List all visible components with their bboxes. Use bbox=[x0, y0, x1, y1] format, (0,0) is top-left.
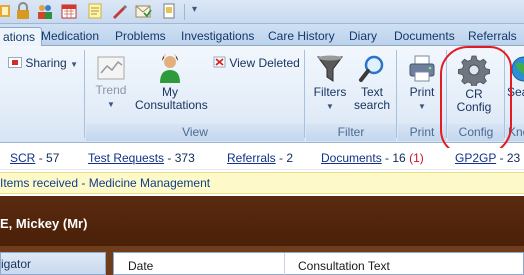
tab-diary[interactable]: Diary bbox=[349, 27, 377, 46]
printer-icon bbox=[409, 55, 435, 82]
lock-icon[interactable] bbox=[14, 2, 32, 20]
summary-gp2gp: GP2GP - 23 bbox=[455, 151, 520, 165]
documents-count: - 16 bbox=[385, 151, 406, 165]
qat-separator bbox=[184, 4, 185, 20]
group-separator bbox=[446, 50, 447, 138]
quick-access-toolbar: ▾ bbox=[0, 0, 524, 24]
column-header-date[interactable]: Date bbox=[128, 259, 153, 273]
print-label: Print bbox=[409, 85, 435, 99]
cr-config-label-line2: Config bbox=[456, 100, 492, 114]
cr-config-button[interactable]: CR Config bbox=[450, 54, 498, 114]
tab-referrals[interactable]: Referrals bbox=[468, 27, 517, 46]
scr-count: - 57 bbox=[38, 151, 60, 165]
test-requests-count: - 373 bbox=[167, 151, 195, 165]
column-header-consultation-text[interactable]: Consultation Text bbox=[298, 259, 390, 273]
ribbon-tab-strip: ations Medication Problems Investigation… bbox=[0, 24, 524, 46]
my-consultations-label-line2: Consultations bbox=[135, 98, 208, 112]
group-separator bbox=[504, 50, 505, 138]
note-icon[interactable] bbox=[86, 2, 104, 20]
chevron-down-icon: ▼ bbox=[326, 102, 334, 111]
chevron-down-icon: ▼ bbox=[107, 100, 115, 109]
my-consultations-label-line1: My bbox=[162, 85, 178, 99]
view-deleted-button[interactable]: View Deleted bbox=[213, 56, 300, 70]
trend-label: Trend bbox=[95, 83, 127, 97]
summary-test-requests: Test Requests - 373 bbox=[88, 151, 195, 165]
trend-button[interactable]: Trend ▼ bbox=[90, 54, 132, 111]
print-button[interactable]: Print ▼ bbox=[400, 54, 444, 113]
tab-consultations[interactable]: ations bbox=[0, 27, 43, 46]
chevron-down-icon: ▼ bbox=[70, 60, 78, 69]
trend-icon bbox=[97, 56, 125, 80]
summary-referrals: Referrals - 2 bbox=[227, 151, 293, 165]
search-knowledge-label: Sea bbox=[507, 85, 524, 99]
group-label-view: View bbox=[86, 124, 304, 141]
referrals-link[interactable]: Referrals bbox=[227, 151, 276, 165]
view-deleted-label: View Deleted bbox=[229, 56, 300, 70]
documents-link[interactable]: Documents bbox=[321, 151, 382, 165]
patient-name: E, Mickey (Mr) bbox=[0, 216, 88, 231]
sharing-icon bbox=[8, 57, 22, 68]
column-divider[interactable] bbox=[284, 253, 285, 275]
tab-investigations[interactable]: Investigations bbox=[181, 27, 254, 46]
group-separator bbox=[304, 50, 305, 138]
document-icon[interactable] bbox=[160, 2, 178, 20]
notification-text[interactable]: Items received - Medicine Management bbox=[0, 176, 210, 190]
group-separator bbox=[84, 50, 85, 138]
summary-bar: SCR - 57 Test Requests - 373 Referrals -… bbox=[0, 148, 524, 170]
group-label-config: Config bbox=[448, 124, 504, 141]
gp2gp-link[interactable]: GP2GP bbox=[455, 151, 496, 165]
gp2gp-count: - 23 bbox=[499, 151, 521, 165]
text-search-label-line2: search bbox=[353, 98, 391, 112]
delete-icon bbox=[213, 56, 226, 68]
text-search-button[interactable]: Text search bbox=[352, 54, 392, 112]
magnifier-icon bbox=[359, 55, 384, 82]
cr-config-label-line1: CR bbox=[465, 87, 483, 101]
group-separator bbox=[396, 50, 397, 138]
filters-label: Filters bbox=[313, 85, 347, 99]
scr-link[interactable]: SCR bbox=[10, 151, 35, 165]
tab-medication[interactable]: Medication bbox=[41, 27, 99, 46]
tab-care-history[interactable]: Care History bbox=[268, 27, 335, 46]
text-search-label-line1: Text bbox=[360, 85, 383, 99]
qat-customize-icon[interactable]: ▾ bbox=[192, 4, 197, 15]
summary-documents: Documents - 16 (1) bbox=[321, 151, 424, 165]
tab-problems[interactable]: Problems bbox=[115, 27, 166, 46]
tab-documents[interactable]: Documents bbox=[394, 27, 455, 46]
notification-bar[interactable]: Items received - Medicine Management bbox=[0, 172, 524, 194]
chevron-down-icon: ▼ bbox=[418, 102, 426, 111]
my-consultations-button[interactable]: My Consultations bbox=[135, 54, 208, 112]
patient-banner: E, Mickey (Mr) bbox=[0, 196, 524, 246]
documents-alert: (1) bbox=[409, 151, 424, 165]
summary-scr: SCR - 57 bbox=[10, 151, 59, 165]
group-label-filter: Filter bbox=[306, 124, 396, 141]
funnel-icon bbox=[317, 55, 343, 82]
calendar-icon[interactable] bbox=[60, 2, 78, 20]
person-icon bbox=[160, 54, 180, 83]
sharing-button[interactable]: Sharing ▼ bbox=[8, 56, 78, 72]
pen-icon[interactable] bbox=[110, 2, 128, 20]
consultations-grid-header: Date Consultation Text bbox=[113, 252, 524, 275]
gear-icon bbox=[458, 55, 490, 86]
group-label-print: Print bbox=[398, 124, 446, 141]
mail-icon[interactable] bbox=[134, 2, 152, 20]
referrals-count: - 2 bbox=[279, 151, 294, 165]
ribbon-panel: Sharing ▼ Trend ▼ My Consultations View … bbox=[0, 46, 524, 143]
filters-button[interactable]: Filters ▼ bbox=[310, 54, 350, 113]
patients-icon[interactable] bbox=[36, 2, 54, 20]
search-knowledge-button[interactable]: Sea bbox=[507, 54, 524, 99]
test-requests-link[interactable]: Test Requests bbox=[88, 151, 164, 165]
sharing-label: Sharing bbox=[25, 56, 67, 70]
group-label-knowledge: Knov bbox=[506, 124, 524, 141]
globe-icon bbox=[511, 56, 524, 82]
navigator-label: igator bbox=[1, 257, 32, 271]
navigator-pane-header[interactable]: igator bbox=[0, 252, 106, 275]
